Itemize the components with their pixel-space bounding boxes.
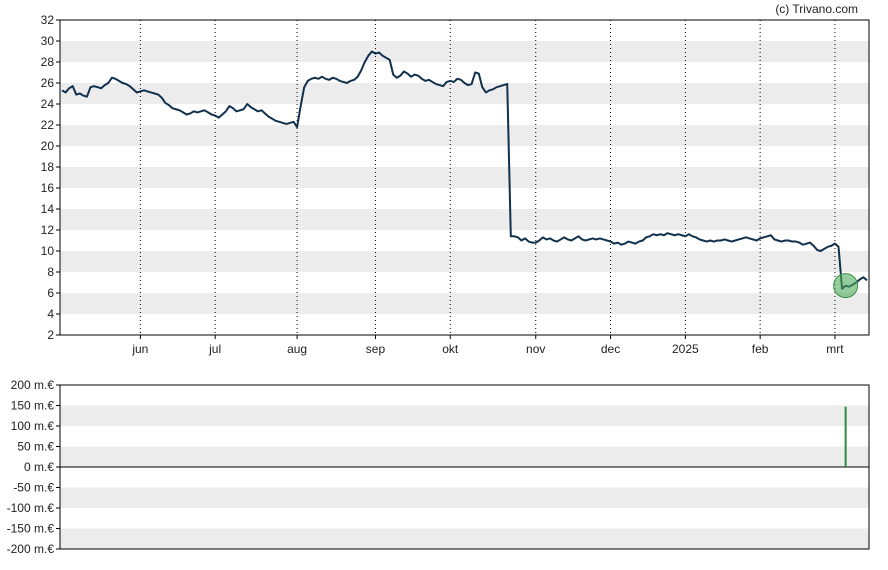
y-tick-label: 18 xyxy=(41,160,55,174)
volume-y-tick-label: 50 m.€ xyxy=(17,440,54,454)
event-marker xyxy=(833,273,859,299)
price-grid-band xyxy=(60,83,869,104)
y-tick-label: 12 xyxy=(41,223,55,237)
volume-y-tick-label: -200 m.€ xyxy=(7,542,55,556)
x-tick-label: jul xyxy=(208,342,221,356)
y-tick-label: 28 xyxy=(41,55,55,69)
volume-y-tick-label: 0 m.€ xyxy=(24,460,54,474)
y-tick-label: 4 xyxy=(47,307,54,321)
y-tick-label: 16 xyxy=(41,181,55,195)
x-tick-label: dec xyxy=(601,342,620,356)
volume-y-tick-label: 200 m.€ xyxy=(11,378,55,392)
volume-grid-band xyxy=(60,446,869,467)
volume-y-axis: 200 m.€ 150 m.€ 100 m.€ 50 m.€ 0 m.€ -50 m.€ -… xyxy=(7,378,60,556)
y-tick-label: 22 xyxy=(41,118,55,132)
y-tick-label: 10 xyxy=(41,244,55,258)
price-grid-band xyxy=(60,41,869,62)
x-tick-label: jun xyxy=(131,342,148,356)
chart-canvas: 2468101214161820222426283032 jun jul aug se… xyxy=(7,2,870,556)
stock-chart: 2 4 6 8 10 12 14 16 18 20 22 24 26 28 30 32 jun jul aug se… xyxy=(0,0,888,565)
y-tick-label: 2 xyxy=(47,328,54,342)
y-tick-label: 26 xyxy=(41,76,55,90)
x-tick-label: nov xyxy=(526,342,545,356)
volume-y-tick-label: -150 m.€ xyxy=(7,522,55,536)
y-tick-label: 30 xyxy=(41,34,55,48)
y-tick-label: 24 xyxy=(41,97,55,111)
x-tick-label: feb xyxy=(752,342,769,356)
volume-grid-bands xyxy=(60,405,869,549)
y-tick-label: 20 xyxy=(41,139,55,153)
x-tick-label: 2025 xyxy=(672,342,699,356)
volume-y-tick-label: 150 m.€ xyxy=(11,399,55,413)
x-tick-label: sep xyxy=(366,342,386,356)
price-x-axis: junjulaugsepoktnovdec2025febmrtapr xyxy=(131,335,844,356)
price-grid-band xyxy=(60,167,869,188)
volume-y-tick-label: -100 m.€ xyxy=(7,501,55,515)
x-tick-label: okt xyxy=(442,342,459,356)
volume-y-tick-label: 100 m.€ xyxy=(11,419,55,433)
y-tick-label: 32 xyxy=(41,13,55,27)
x-tick-label: aug xyxy=(287,342,307,356)
price-grid-band xyxy=(60,125,869,146)
y-tick-label: 6 xyxy=(47,286,54,300)
volume-grid-band xyxy=(60,528,869,549)
y-tick-label: 8 xyxy=(47,265,54,279)
price-grid-band xyxy=(60,293,869,314)
price-grid-band xyxy=(60,251,869,272)
price-grid-band xyxy=(60,209,869,230)
volume-y-tick-label: -50 m.€ xyxy=(13,481,54,495)
y-tick-label: 14 xyxy=(41,202,55,216)
volume-grid-band xyxy=(60,487,869,508)
credit-label: (c) Trivano.com xyxy=(775,2,858,16)
x-tick-label: mrt xyxy=(826,342,844,356)
price-y-axis: 2468101214161820222426283032 xyxy=(41,13,60,342)
volume-grid-band xyxy=(60,405,869,426)
